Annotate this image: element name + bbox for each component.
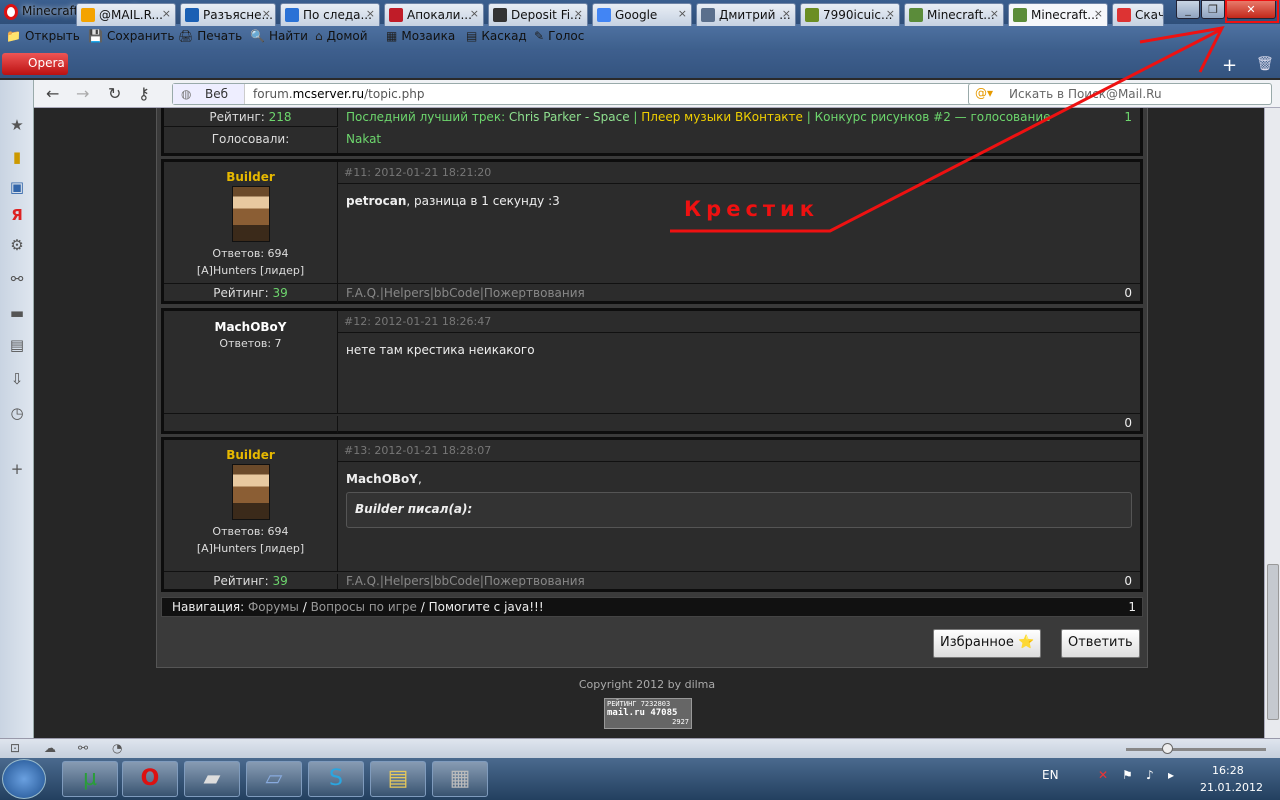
chip-app-icon[interactable]: ▰ xyxy=(184,761,240,797)
tray-arrow-icon[interactable]: ▸ xyxy=(1168,768,1174,782)
unite-icon[interactable]: ⚯ xyxy=(78,741,88,755)
start-button[interactable] xyxy=(2,759,46,799)
turbo-icon[interactable]: ◔ xyxy=(112,741,122,755)
skype-icon[interactable]: S xyxy=(308,761,364,797)
notepad-icon[interactable]: ▱ xyxy=(246,761,302,797)
calculator-icon[interactable]: ▦ xyxy=(432,761,488,797)
flag-icon[interactable]: ⚑ xyxy=(1122,768,1133,782)
network-icon[interactable]: ✕ xyxy=(1098,768,1108,782)
annotation-arrow xyxy=(670,0,1279,233)
clock-time[interactable]: 16:28 xyxy=(1212,764,1244,777)
speaker-icon[interactable]: ♪ xyxy=(1146,768,1154,782)
language-indicator[interactable]: EN xyxy=(1042,768,1059,782)
utorrent-icon[interactable]: µ xyxy=(62,761,118,797)
clock-date[interactable]: 21.01.2012 xyxy=(1200,781,1263,794)
scroll-thumb[interactable] xyxy=(1267,564,1279,720)
status-bar: ⊡ ☁ ⚯ ◔ xyxy=(0,738,1280,758)
explorer-folder-icon[interactable]: ▤ xyxy=(370,761,426,797)
vertical-scrollbar[interactable] xyxy=(1264,108,1280,738)
opera-taskbar-icon[interactable]: O xyxy=(122,761,178,797)
cloud-icon[interactable]: ☁ xyxy=(44,741,56,755)
panel-toggle-icon[interactable]: ⊡ xyxy=(10,741,20,755)
windows-taskbar: µ O ▰ ▱ S ▤ ▦ EN ✕ ⚑ ♪ ▸ 16:28 21.01.201… xyxy=(0,758,1280,800)
zoom-slider[interactable] xyxy=(1126,743,1266,754)
